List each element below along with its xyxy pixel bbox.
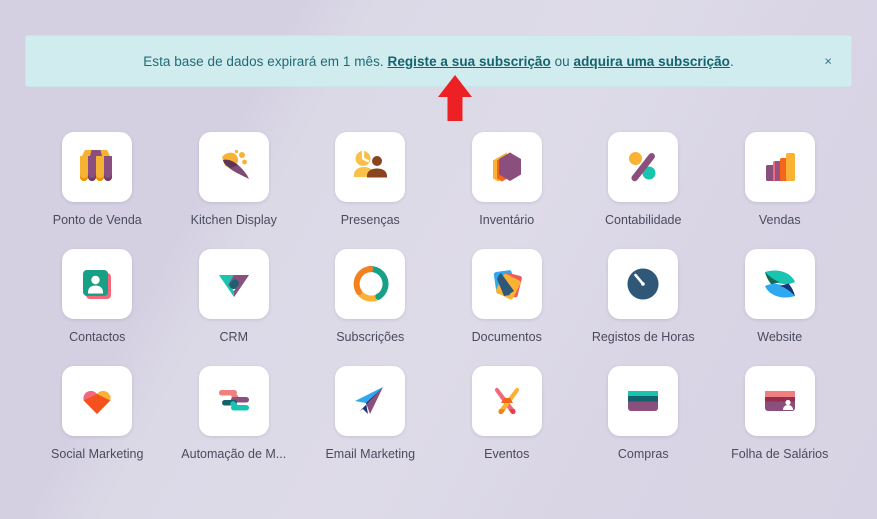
marketing-automation-icon: [218, 390, 249, 411]
social-marketing-icon: [83, 390, 111, 414]
website-icon: [764, 270, 795, 298]
app-tile[interactable]: [335, 132, 406, 202]
app-item-contactos[interactable]: Contactos: [29, 249, 166, 344]
attendances-icon: [354, 150, 388, 178]
app-item-folha-de-salarios[interactable]: Folha de Salários: [712, 366, 849, 461]
app-item-website[interactable]: Website: [712, 249, 849, 344]
app-tile[interactable]: [471, 249, 542, 319]
app-label: Registos de Horas: [591, 330, 695, 344]
register-subscription-link[interactable]: Registe a sua subscrição: [388, 54, 551, 69]
crm-icon: [218, 275, 249, 297]
email-marketing-icon: [355, 387, 384, 414]
close-icon[interactable]: ×: [819, 52, 837, 71]
payroll-icon: [764, 391, 795, 411]
inventory-icon: [492, 152, 521, 182]
app-label: Presenças: [340, 213, 400, 227]
documents-icon: [493, 270, 522, 300]
accounting-icon: [629, 152, 656, 182]
app-tile[interactable]: [335, 366, 406, 436]
app-label: Automação de M...: [181, 447, 287, 461]
app-item-eventos[interactable]: Eventos: [439, 366, 576, 461]
app-label: Ponto de Venda: [52, 213, 142, 227]
app-tile[interactable]: [62, 132, 133, 202]
app-item-registos-de-horas[interactable]: Registos de Horas: [575, 249, 712, 344]
app-label: Documentos: [471, 330, 542, 344]
app-tile[interactable]: [608, 366, 679, 436]
app-tile[interactable]: [471, 366, 542, 436]
app-label: Subscrições: [336, 330, 405, 344]
purchase-icon: [628, 391, 659, 411]
app-label: Inventário: [479, 213, 535, 227]
banner-conjunction: ou: [554, 53, 570, 69]
app-label: Kitchen Display: [190, 213, 277, 227]
app-label: Social Marketing: [51, 447, 144, 461]
app-label: Website: [757, 330, 803, 344]
buy-subscription-link[interactable]: adquira uma subscrição: [574, 54, 730, 69]
app-item-contabilidade[interactable]: Contabilidade: [575, 132, 712, 227]
timesheets-icon: [627, 268, 659, 300]
app-tile[interactable]: [608, 249, 679, 319]
app-label: CRM: [219, 330, 248, 344]
app-item-automacao-de-marketing[interactable]: Automação de M...: [166, 366, 303, 461]
app-tile[interactable]: [198, 249, 269, 319]
app-label: Eventos: [484, 447, 530, 461]
app-tile[interactable]: [744, 366, 815, 436]
app-label: Compras: [617, 447, 669, 461]
subscriptions-icon: [353, 265, 389, 302]
app-label: Email Marketing: [325, 447, 416, 461]
desktop-root: Esta base de dados expirará em 1 mês. Re…: [0, 0, 877, 519]
app-tile[interactable]: [471, 132, 542, 202]
app-item-vendas[interactable]: Vendas: [712, 132, 849, 227]
app-tile[interactable]: [62, 366, 133, 436]
app-item-ponto-de-venda[interactable]: Ponto de Venda: [29, 132, 166, 227]
app-label: Vendas: [758, 213, 801, 227]
app-grid: Ponto de Venda Kitchen Display Presenças…: [0, 132, 877, 461]
sales-icon: [765, 153, 795, 181]
app-tile[interactable]: [62, 249, 133, 319]
banner-message-prefix: Esta base de dados expirará em 1 mês.: [143, 53, 384, 69]
app-item-crm[interactable]: CRM: [166, 249, 303, 344]
app-item-presencas[interactable]: Presenças: [302, 132, 439, 227]
app-label: Contabilidade: [605, 213, 682, 227]
app-tile[interactable]: [335, 249, 406, 319]
app-item-email-marketing[interactable]: Email Marketing: [302, 366, 439, 461]
app-item-documentos[interactable]: Documentos: [439, 249, 576, 344]
app-item-subscricoes[interactable]: Subscrições: [302, 249, 439, 344]
app-item-kitchen-display[interactable]: Kitchen Display: [166, 132, 303, 227]
app-tile[interactable]: [198, 366, 269, 436]
app-item-compras[interactable]: Compras: [575, 366, 712, 461]
subscription-expiration-banner: Esta base de dados expirará em 1 mês. Re…: [25, 35, 852, 87]
app-label: Folha de Salários: [731, 447, 829, 461]
app-item-inventario[interactable]: Inventário: [439, 132, 576, 227]
point-of-sale-icon: [80, 150, 113, 181]
app-label: Contactos: [69, 330, 126, 344]
banner-message: Esta base de dados expirará em 1 mês. Re…: [143, 54, 734, 69]
events-icon: [494, 387, 519, 415]
app-tile[interactable]: [198, 132, 269, 202]
app-item-social-marketing[interactable]: Social Marketing: [29, 366, 166, 461]
kitchen-display-icon: [221, 149, 249, 179]
banner-period: .: [729, 53, 734, 69]
app-tile[interactable]: [608, 132, 679, 202]
app-tile[interactable]: [744, 249, 815, 319]
app-tile[interactable]: [744, 132, 815, 202]
contacts-icon: [83, 270, 112, 299]
